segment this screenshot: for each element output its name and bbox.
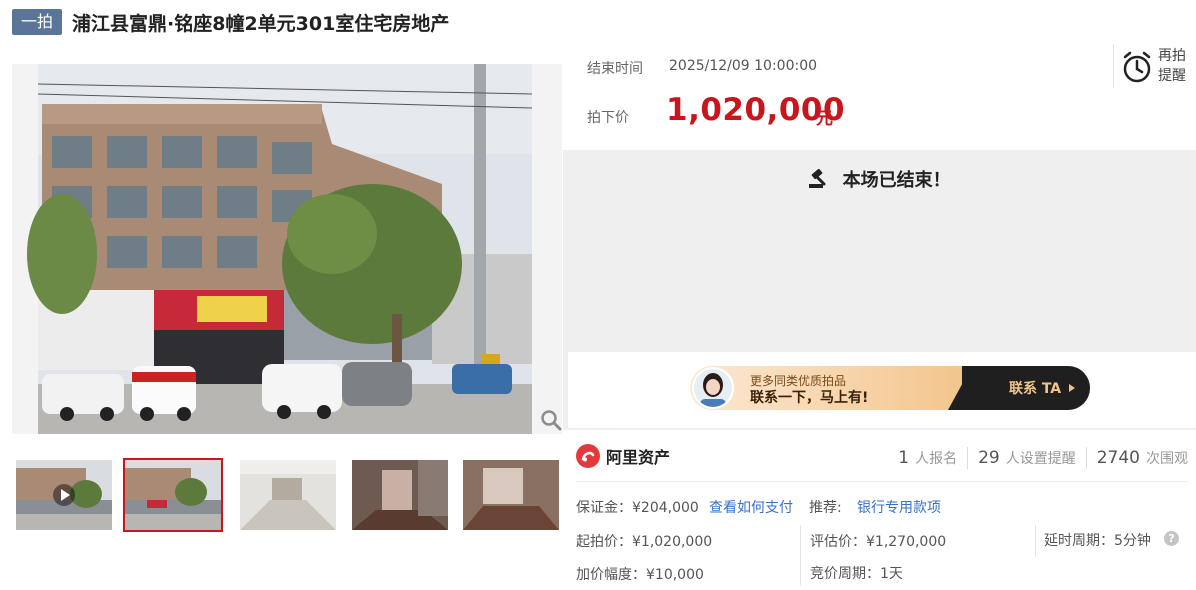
reminder-label: 再拍 提醒 [1158,48,1186,84]
thumbnail-strip [12,458,559,532]
column-divider [800,525,801,585]
deposit: 保证金：¥204,000 [576,500,699,516]
start-price: 起拍价：¥1,020,000 [576,534,713,550]
thumbnail-image [240,460,336,530]
auction-round-badge: 一拍 [12,9,63,35]
bank-special-funds-link[interactable]: 银行专用款项 [857,497,941,517]
building-photo-image [12,64,562,434]
alarm-clock-icon [1123,51,1151,83]
how-to-pay-link[interactable]: 查看如何支付 [709,497,793,517]
final-price-unit: 元 [816,109,833,129]
thumbnail-image [125,460,221,530]
divider [576,481,1188,482]
page-title: 浦江县富鼎·铭座8幢2单元301室住宅房地产 [72,12,450,35]
view-count: 2740 [1096,448,1140,468]
signup-label: 人报名 [915,451,958,467]
gavel-icon [809,168,826,188]
view-label: 次围观 [1146,451,1188,467]
final-price-label: 拍下价 [587,110,629,126]
auction-ended-panel: 本场已结束！ 更多同类优质拍品 联系一下，马上有! 联系 TA [563,150,1196,430]
appraisal-price: 评估价：¥1,270,000 [810,534,947,550]
bid-cycle: 竞价周期：1天 [810,566,903,582]
thumbnail-video[interactable] [16,460,112,530]
thumbnail-selected[interactable] [123,458,223,532]
contact-button[interactable]: 联系 TA [1009,378,1076,398]
delay-period: 延时周期：5分钟 [1044,533,1151,549]
auction-stats: 1 人报名 29 人设置提醒 2740 次围观 [898,447,1188,469]
thumbnail-image [463,460,559,530]
auction-ended-message: 本场已结束！ [563,166,1196,192]
reauction-reminder-button[interactable]: 再拍 提醒 [1113,44,1196,88]
caret-right-icon [1069,384,1075,392]
recommend-label: 推荐: [809,500,842,516]
reminder-count: 29 [978,448,1000,468]
end-time-label: 结束时间 [587,61,643,77]
zoom-icon[interactable] [539,408,563,432]
help-icon[interactable]: ? [1164,531,1179,546]
play-icon [53,484,75,506]
ali-assets-logo-icon [576,444,600,468]
consultant-banner-area: 更多同类优质拍品 联系一下，马上有! 联系 TA [568,352,1196,428]
end-time-value: 2025/12/09 10:00:00 [669,58,818,74]
reminder-count-label: 人设置提醒 [1005,451,1076,467]
signup-count: 1 [898,448,910,468]
thumbnail-interior-2[interactable] [352,460,448,530]
main-photo[interactable] [12,64,562,434]
consultant-avatar [692,367,734,409]
title-row: 一拍 浦江县富鼎·铭座8幢2单元301室住宅房地产 [12,8,449,36]
platform-brand[interactable]: 阿里资产 [576,444,670,468]
contact-consultant-banner[interactable]: 更多同类优质拍品 联系一下，马上有! 联系 TA [690,366,1090,410]
banner-title: 联系一下，马上有! [750,390,869,406]
thumbnail-interior-1[interactable] [240,460,336,530]
platform-name: 阿里资产 [606,448,671,467]
thumbnail-image [352,460,448,530]
stats-divider [1085,447,1087,469]
bid-increment: 加价幅度：¥10,000 [576,567,704,583]
column-divider [1035,525,1036,557]
stats-divider [967,447,969,469]
thumbnail-interior-3[interactable] [463,460,559,530]
